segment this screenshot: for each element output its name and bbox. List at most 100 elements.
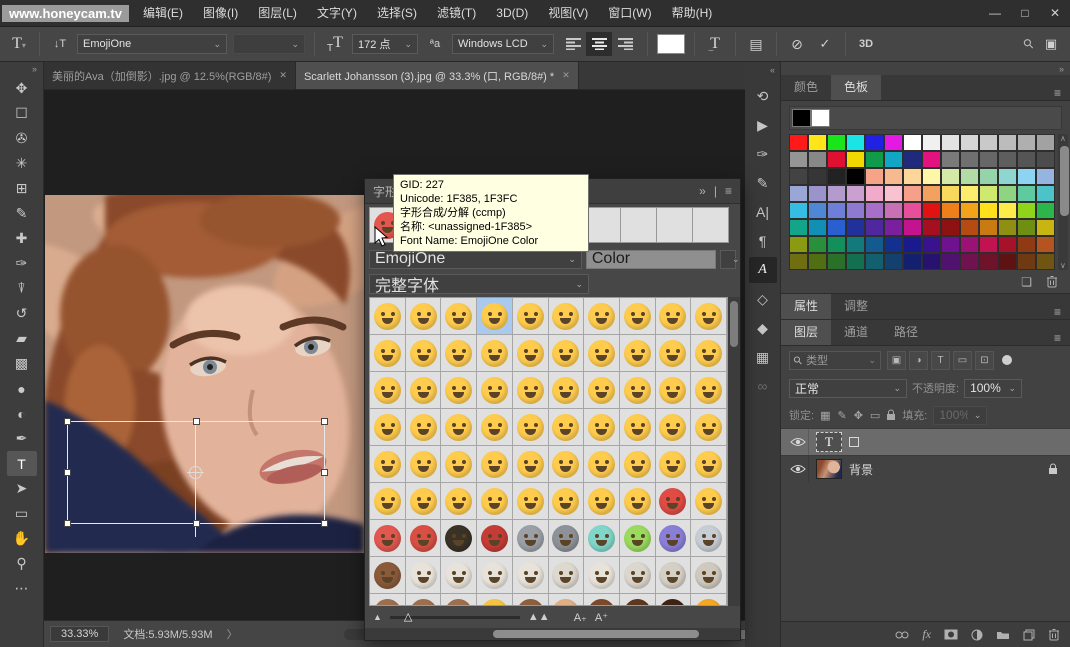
color-swatch[interactable]: [865, 219, 884, 236]
glyph-cell[interactable]: [584, 335, 620, 372]
glyph-cell[interactable]: [406, 446, 442, 483]
collapse-dock-icon[interactable]: «: [765, 62, 780, 80]
lock-image-pixels-icon[interactable]: ✎: [837, 409, 846, 422]
glyph-cell[interactable]: [620, 298, 656, 335]
color-swatch[interactable]: [1036, 134, 1055, 151]
glyph-cell[interactable]: [441, 298, 477, 335]
color-swatch[interactable]: [903, 236, 922, 253]
anti-alias-select[interactable]: Windows LCD ⌄: [452, 34, 554, 54]
menu-item[interactable]: 图像(I): [193, 6, 248, 20]
color-swatch[interactable]: [922, 219, 941, 236]
glyph-cell[interactable]: [656, 372, 692, 409]
panel-menu-icon[interactable]: ≡: [725, 184, 732, 198]
glyph-cell[interactable]: [477, 483, 513, 520]
color-swatch[interactable]: [903, 202, 922, 219]
tool-eyedropper[interactable]: ✎: [7, 201, 37, 226]
color-swatch[interactable]: [1017, 253, 1036, 270]
glyph-cell[interactable]: [691, 409, 727, 446]
color-swatch[interactable]: [789, 219, 808, 236]
new-group-icon[interactable]: [996, 629, 1010, 640]
color-swatch[interactable]: [1017, 185, 1036, 202]
new-swatch-icon[interactable]: ❏: [1021, 275, 1032, 289]
color-swatch[interactable]: [960, 168, 979, 185]
color-swatch[interactable]: [941, 185, 960, 202]
filter-pixel-layers-icon[interactable]: ▣: [887, 351, 906, 370]
glyph-cell[interactable]: [656, 446, 692, 483]
glyph-cell[interactable]: [441, 483, 477, 520]
glyph-cell[interactable]: [477, 409, 513, 446]
color-swatch[interactable]: [846, 134, 865, 151]
layer-visibility-toggle[interactable]: [787, 456, 809, 482]
color-swatch[interactable]: [808, 185, 827, 202]
tab-layers[interactable]: 图层: [781, 320, 831, 345]
menu-item[interactable]: 编辑(E): [133, 6, 193, 20]
menu-item[interactable]: 文字(Y): [307, 6, 367, 20]
glyph-cell[interactable]: [584, 446, 620, 483]
delete-layer-icon[interactable]: [1048, 628, 1060, 641]
glyph-cell[interactable]: [620, 372, 656, 409]
3d-material-panel-icon[interactable]: ◆: [749, 315, 777, 341]
handle-bottom-center[interactable]: [193, 520, 200, 527]
glyph-cell[interactable]: [406, 298, 442, 335]
document-tab[interactable]: Scarlett Johansson (3).jpg @ 33.3% (口, R…: [296, 62, 579, 89]
menu-item[interactable]: 窗口(W): [598, 6, 661, 20]
glyph-cell[interactable]: [406, 520, 442, 557]
color-swatch[interactable]: [884, 134, 903, 151]
glyph-cell[interactable]: [441, 594, 477, 606]
color-swatch[interactable]: [789, 151, 808, 168]
delete-swatch-icon[interactable]: [1046, 275, 1058, 288]
recent-glyph-cell[interactable]: [657, 207, 693, 243]
color-swatch[interactable]: [1017, 236, 1036, 253]
opacity-select[interactable]: 100% ⌄: [964, 379, 1022, 398]
color-swatch[interactable]: [960, 185, 979, 202]
glyph-cell[interactable]: [584, 483, 620, 520]
color-swatch[interactable]: [903, 134, 922, 151]
glyph-cell[interactable]: [584, 409, 620, 446]
glyph-cell[interactable]: [656, 594, 692, 606]
glyph-cell[interactable]: [441, 335, 477, 372]
glyph-cell[interactable]: [620, 594, 656, 606]
search-icon[interactable]: ⚲: [1020, 35, 1038, 53]
color-swatch[interactable]: [1036, 185, 1055, 202]
font-size-select[interactable]: 172 点 ⌄: [352, 34, 418, 54]
glyph-cell[interactable]: [549, 298, 585, 335]
tool-history-brush[interactable]: ↺: [7, 301, 37, 326]
glyph-cell[interactable]: [370, 446, 406, 483]
color-swatch[interactable]: [865, 168, 884, 185]
commit-edits-button[interactable]: ✓: [814, 36, 836, 52]
color-swatch[interactable]: [827, 236, 846, 253]
color-swatch[interactable]: [903, 253, 922, 270]
glyph-cell[interactable]: [691, 446, 727, 483]
color-swatch[interactable]: [884, 253, 903, 270]
color-swatch[interactable]: [1017, 168, 1036, 185]
glyph-cell[interactable]: [656, 483, 692, 520]
tab-channels[interactable]: 通道: [831, 320, 881, 345]
glyph-cell[interactable]: [477, 298, 513, 335]
glyph-style-chevron[interactable]: ⌄: [720, 250, 736, 269]
color-swatch[interactable]: [998, 253, 1017, 270]
glyph-cell[interactable]: [656, 298, 692, 335]
color-swatch[interactable]: [884, 202, 903, 219]
color-swatch[interactable]: [960, 236, 979, 253]
glyph-cell[interactable]: [549, 520, 585, 557]
color-swatch[interactable]: [960, 134, 979, 151]
glyph-cell[interactable]: [370, 372, 406, 409]
color-swatch[interactable]: [865, 202, 884, 219]
glyph-cell[interactable]: [691, 483, 727, 520]
glyph-cell[interactable]: [406, 372, 442, 409]
swatch-black[interactable]: [792, 109, 811, 127]
filter-type-layers-icon[interactable]: T: [931, 351, 950, 370]
link-layers-icon[interactable]: [895, 631, 909, 639]
text-orientation-icon[interactable]: ↓T: [49, 38, 71, 50]
glyph-cell[interactable]: [441, 446, 477, 483]
color-swatch[interactable]: [884, 168, 903, 185]
close-tab-icon[interactable]: ✕: [562, 70, 570, 81]
color-swatch[interactable]: [979, 185, 998, 202]
scroll-up-icon[interactable]: ∧: [1060, 134, 1066, 143]
actions-panel-icon[interactable]: ▶: [749, 112, 777, 138]
paragraph-panel-icon[interactable]: ¶: [749, 228, 777, 254]
color-swatch[interactable]: [808, 253, 827, 270]
color-swatch[interactable]: [979, 151, 998, 168]
document-tab[interactable]: 美丽的Ava（加倒影）.jpg @ 12.5%(RGB/8#)✕: [44, 62, 296, 89]
tool-marquee[interactable]: ☐: [7, 101, 37, 126]
